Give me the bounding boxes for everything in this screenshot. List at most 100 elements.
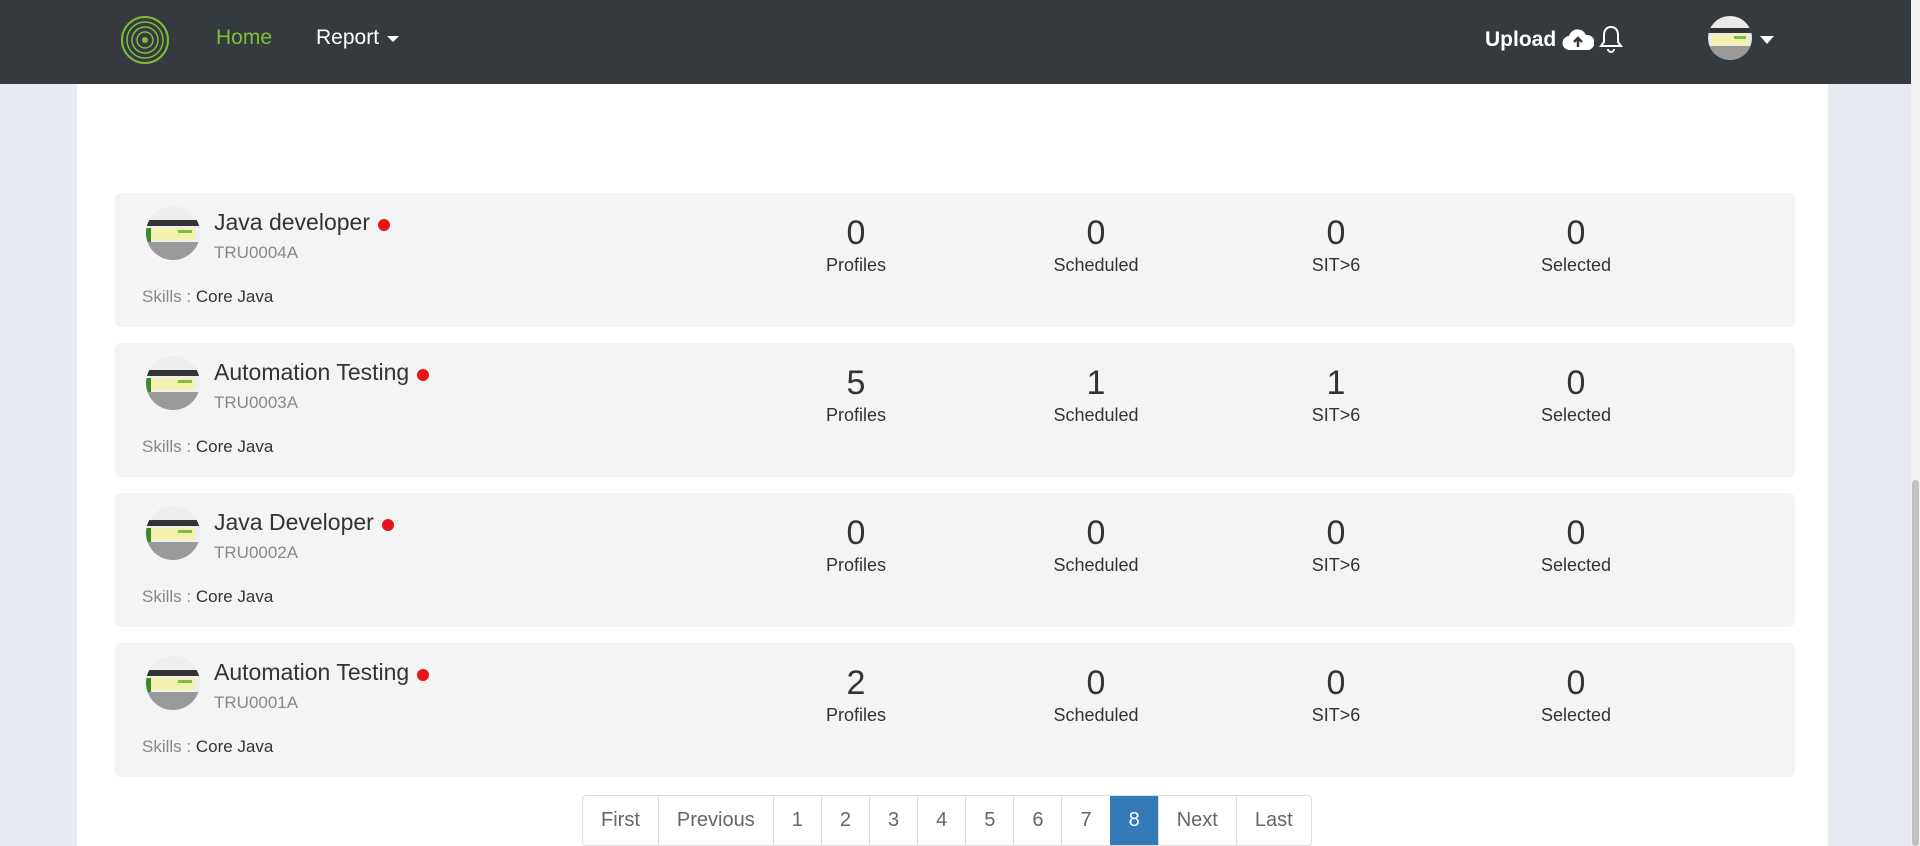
stat-sit[interactable]: 0 SIT>6	[1256, 213, 1416, 276]
page-scrollbar[interactable]	[1911, 0, 1920, 846]
job-code: TRU0004A	[214, 243, 299, 262]
stat-label: Profiles	[825, 555, 887, 575]
stat-scheduled[interactable]: 1 Scheduled	[1016, 363, 1176, 426]
stat-label: Profiles	[825, 405, 887, 425]
stat-scheduled[interactable]: 0 Scheduled	[1016, 513, 1176, 576]
page-button-8[interactable]: 8	[1109, 796, 1158, 845]
cloud-upload-icon	[1562, 29, 1595, 51]
page-button-3[interactable]: 3	[868, 796, 917, 845]
stat-label: Scheduled	[1053, 255, 1139, 275]
job-title[interactable]: Automation Testing	[214, 659, 430, 686]
job-card[interactable]: Java Developer TRU0002A Skills : Core Ja…	[115, 493, 1795, 627]
job-avatar	[146, 356, 200, 410]
job-title-text: Automation Testing	[214, 359, 410, 385]
stat-value: 0	[846, 214, 866, 252]
job-title-text: Java developer	[214, 209, 370, 235]
page-button-7[interactable]: 7	[1061, 796, 1109, 845]
stat-label: Scheduled	[1053, 405, 1139, 425]
stat-label: Profiles	[825, 705, 887, 725]
stat-value: 0	[1566, 364, 1586, 402]
job-skills: Skills : Core Java	[142, 437, 273, 457]
job-card[interactable]: Automation Testing TRU0001A Skills : Cor…	[115, 643, 1795, 777]
stat-label: Selected	[1540, 705, 1612, 725]
job-avatar	[146, 206, 200, 260]
stat-value: 0	[1566, 214, 1586, 252]
stat-value: 0	[1086, 664, 1106, 702]
page-button-next[interactable]: Next	[1157, 796, 1236, 845]
chevron-down-icon	[387, 36, 400, 42]
page-button-first[interactable]: First	[583, 796, 658, 845]
stat-value: 0	[1326, 664, 1346, 702]
stat-profiles[interactable]: 5 Profiles	[776, 363, 936, 426]
status-dot-icon	[381, 518, 394, 531]
skills-label: Skills :	[142, 287, 192, 306]
page-button-1[interactable]: 1	[772, 796, 821, 845]
status-dot-icon	[417, 668, 430, 681]
stat-value: 0	[1566, 514, 1586, 552]
nav-report-dropdown[interactable]: Report	[316, 26, 400, 50]
scrollbar-thumb[interactable]	[1912, 480, 1919, 846]
stat-value: 1	[1086, 364, 1106, 402]
nav-home-link[interactable]: Home	[216, 26, 272, 50]
stat-profiles[interactable]: 2 Profiles	[776, 663, 936, 726]
chevron-down-icon[interactable]	[1760, 36, 1774, 44]
job-card[interactable]: Automation Testing TRU0003A Skills : Cor…	[115, 343, 1795, 477]
skills-label: Skills :	[142, 737, 192, 756]
user-avatar[interactable]	[1708, 16, 1752, 60]
stat-sit[interactable]: 0 SIT>6	[1256, 513, 1416, 576]
page-button-last[interactable]: Last	[1235, 796, 1311, 845]
skills-value: Core Java	[195, 437, 274, 456]
stat-value: 0	[1566, 664, 1586, 702]
stat-selected[interactable]: 0 Selected	[1496, 513, 1656, 576]
stat-selected[interactable]: 0 Selected	[1496, 213, 1656, 276]
stat-value: 0	[1326, 214, 1346, 252]
job-skills: Skills : Core Java	[142, 287, 273, 307]
stat-value: 0	[1086, 214, 1106, 252]
top-navbar: Home Report Upload	[0, 0, 1911, 84]
stat-profiles[interactable]: 0 Profiles	[776, 513, 936, 576]
upload-label: Upload	[1485, 28, 1557, 51]
stat-scheduled[interactable]: 0 Scheduled	[1016, 213, 1176, 276]
stat-label: Profiles	[825, 255, 887, 275]
stat-label: Selected	[1540, 405, 1612, 425]
job-avatar	[146, 506, 200, 560]
stat-label: Scheduled	[1053, 705, 1139, 725]
stat-value: 0	[1326, 514, 1346, 552]
job-title-text: Automation Testing	[214, 659, 410, 685]
job-title[interactable]: Automation Testing	[214, 359, 430, 386]
stat-value: 0	[1086, 514, 1106, 552]
job-title[interactable]: Java developer	[214, 209, 390, 236]
stat-profiles[interactable]: 0 Profiles	[776, 213, 936, 276]
stat-scheduled[interactable]: 0 Scheduled	[1016, 663, 1176, 726]
stat-label: SIT>6	[1311, 405, 1361, 425]
job-code: TRU0003A	[214, 393, 299, 412]
job-code: TRU0002A	[214, 543, 299, 562]
skills-value: Core Java	[195, 737, 274, 756]
nav-report-label: Report	[316, 26, 380, 49]
stat-sit[interactable]: 0 SIT>6	[1256, 663, 1416, 726]
stat-selected[interactable]: 0 Selected	[1496, 363, 1656, 426]
page-button-2[interactable]: 2	[820, 796, 869, 845]
logo-icon[interactable]	[120, 15, 170, 65]
stat-sit[interactable]: 1 SIT>6	[1256, 363, 1416, 426]
stat-value: 1	[1326, 364, 1346, 402]
stat-value: 5	[846, 364, 866, 402]
job-title[interactable]: Java Developer	[214, 509, 394, 536]
stat-selected[interactable]: 0 Selected	[1496, 663, 1656, 726]
job-skills: Skills : Core Java	[142, 737, 273, 757]
job-card[interactable]: Java developer TRU0004A Skills : Core Ja…	[115, 193, 1795, 327]
stat-label: Scheduled	[1053, 555, 1139, 575]
page-button-previous[interactable]: Previous	[657, 796, 773, 845]
upload-button[interactable]: Upload	[1485, 28, 1595, 52]
bell-icon[interactable]	[1598, 24, 1624, 54]
stat-label: SIT>6	[1311, 705, 1361, 725]
stat-label: SIT>6	[1311, 255, 1361, 275]
page-button-6[interactable]: 6	[1013, 796, 1061, 845]
status-dot-icon	[417, 368, 430, 381]
stat-label: Selected	[1540, 255, 1612, 275]
page-button-5[interactable]: 5	[965, 796, 1013, 845]
page-button-4[interactable]: 4	[917, 796, 965, 845]
skills-label: Skills :	[142, 437, 192, 456]
stat-label: Selected	[1540, 555, 1612, 575]
job-code: TRU0001A	[214, 693, 299, 712]
